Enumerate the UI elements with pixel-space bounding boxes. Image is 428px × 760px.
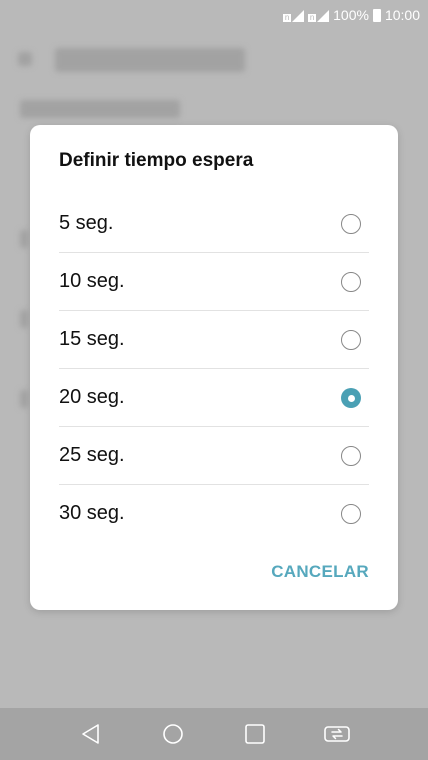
radio-unchecked-icon[interactable]	[341, 213, 361, 234]
option-30-seg[interactable]: 30 seg.	[59, 485, 369, 542]
radio-unchecked-icon[interactable]	[341, 503, 361, 524]
sim2-signal-icon: n	[308, 8, 330, 22]
screen: n n 100% 10:00 Definir tiempo espera 5 s…	[0, 0, 428, 760]
recents-icon[interactable]	[235, 714, 275, 754]
home-icon[interactable]	[153, 714, 193, 754]
radio-unchecked-icon[interactable]	[341, 271, 361, 292]
timeout-dialog: Definir tiempo espera 5 seg. 10 seg. 15 …	[30, 125, 398, 610]
sim2-label: n	[308, 13, 317, 22]
option-label: 5 seg.	[59, 212, 114, 234]
option-25-seg[interactable]: 25 seg.	[59, 427, 369, 485]
option-20-seg[interactable]: 20 seg.	[59, 369, 369, 427]
cancel-button[interactable]: CANCELAR	[271, 562, 369, 582]
option-10-seg[interactable]: 10 seg.	[59, 253, 369, 311]
option-list: 5 seg. 10 seg. 15 seg. 20 seg. 25 seg. 3…	[59, 195, 369, 542]
radio-unchecked-icon[interactable]	[341, 329, 361, 350]
option-label: 10 seg.	[59, 270, 125, 292]
option-5-seg[interactable]: 5 seg.	[59, 195, 369, 253]
option-label: 20 seg.	[59, 386, 125, 408]
option-label: 30 seg.	[59, 502, 125, 524]
radio-unchecked-icon[interactable]	[341, 445, 361, 466]
radio-checked-icon[interactable]	[341, 387, 361, 408]
sim1-label: n	[283, 13, 292, 22]
dual-window-icon[interactable]	[317, 714, 357, 754]
battery-icon	[372, 8, 381, 22]
option-label: 15 seg.	[59, 328, 125, 350]
clock: 10:00	[384, 7, 420, 23]
option-label: 25 seg.	[59, 444, 125, 466]
navigation-bar	[0, 708, 428, 760]
back-icon[interactable]	[71, 714, 111, 754]
battery-percent: 100%	[333, 7, 369, 23]
sim1-signal-icon: n	[283, 8, 305, 22]
status-bar: n n 100% 10:00	[0, 0, 428, 30]
dialog-title: Definir tiempo espera	[59, 150, 254, 171]
option-15-seg[interactable]: 15 seg.	[59, 311, 369, 369]
